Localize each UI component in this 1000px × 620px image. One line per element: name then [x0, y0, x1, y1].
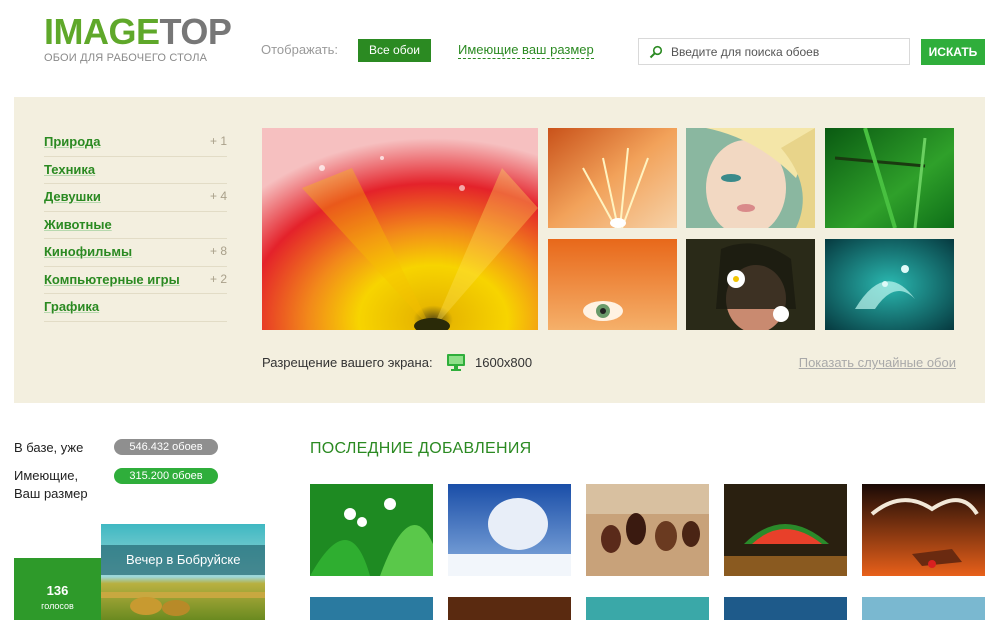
- your-size-label-line1: Имеющие,: [14, 468, 79, 483]
- vote-count: 136: [46, 583, 69, 598]
- latest-thumbnail[interactable]: [862, 484, 985, 576]
- logo-tagline: ОБОИ ДЛЯ РАБОЧЕГО СТОЛА: [44, 52, 208, 64]
- category-item[interactable]: Графика: [44, 294, 227, 322]
- category-item[interactable]: Девушки + 4: [44, 184, 227, 212]
- latest-thumbnail[interactable]: [586, 484, 709, 576]
- latest-thumbnail[interactable]: [310, 597, 433, 620]
- latest-thumbnail[interactable]: [862, 597, 985, 620]
- category-count: + 2: [209, 271, 227, 286]
- featured-thumbnail[interactable]: [548, 239, 677, 330]
- logo-wordmark: IMAGETOP: [44, 11, 232, 52]
- category-count: + 4: [209, 189, 227, 203]
- category-item[interactable]: Животные: [44, 212, 227, 239]
- featured-thumbnail[interactable]: [825, 128, 954, 228]
- latest-thumbnail[interactable]: [724, 484, 847, 576]
- category-item[interactable]: Компьютерные игры + 2: [44, 267, 227, 294]
- all-wallpapers-button[interactable]: Все обои: [358, 39, 431, 62]
- latest-thumbnail[interactable]: [448, 484, 571, 576]
- category-item[interactable]: Кинофильмы + 8: [44, 239, 227, 267]
- latest-thumbnail[interactable]: [448, 597, 571, 620]
- latest-thumbnail[interactable]: [310, 484, 433, 576]
- latest-additions-heading: ПОСЛЕДНИЕ ДОБАВЛЕНИЯ: [310, 440, 532, 457]
- category-label[interactable]: Компьютерные игры: [44, 272, 180, 287]
- vote-caption: голосов: [41, 601, 74, 611]
- featured-wallpaper-title[interactable]: Вечер в Бобруйске: [101, 545, 265, 575]
- page: IMAGETOP ОБОИ ДЛЯ РАБОЧЕГО СТОЛА Отображ…: [0, 0, 1000, 620]
- category-label[interactable]: Техника: [44, 162, 95, 177]
- latest-thumbnail[interactable]: [724, 597, 847, 620]
- random-wallpapers-link[interactable]: Показать случайные обои: [799, 355, 956, 370]
- category-label[interactable]: Животные: [44, 217, 112, 232]
- search-input[interactable]: [671, 39, 907, 64]
- logo[interactable]: IMAGETOP ОБОИ ДЛЯ РАБОЧЕГО СТОЛА: [44, 11, 232, 65]
- featured-thumbnail[interactable]: [686, 128, 815, 228]
- featured-thumbnail[interactable]: [686, 239, 815, 330]
- monitor-icon: [447, 354, 465, 371]
- category-count: + 8: [209, 244, 227, 258]
- your-size-label: Имеющие, Ваш размер: [14, 467, 88, 503]
- your-size-link[interactable]: Имеющие ваш размер: [458, 42, 594, 59]
- category-label[interactable]: Природа: [44, 134, 100, 149]
- search-button[interactable]: ИСКАТЬ: [921, 39, 985, 65]
- category-list: Природа + 1 Техника Девушки + 4 Животные К…: [44, 129, 227, 322]
- your-size-count-badge[interactable]: 315.200 обоев: [114, 468, 218, 484]
- in-base-count-badge: 546.432 обоев: [114, 439, 218, 455]
- vote-count-box: 136 голосов: [14, 558, 101, 620]
- featured-large-image[interactable]: [262, 128, 538, 330]
- your-size-label-line2: Ваш размер: [14, 486, 88, 501]
- logo-part1: IMAGE: [44, 11, 160, 52]
- featured-thumbnail[interactable]: [548, 128, 677, 228]
- search-box[interactable]: [638, 38, 910, 65]
- category-label[interactable]: Графика: [44, 299, 99, 314]
- featured-thumbnail[interactable]: [825, 239, 954, 330]
- resolution-value: 1600x800: [475, 355, 533, 370]
- category-item[interactable]: Техника: [44, 157, 227, 184]
- resolution-label: Разрещение вашего экрана:: [262, 355, 433, 370]
- category-item[interactable]: Природа + 1: [44, 129, 227, 157]
- category-count: + 1: [209, 134, 227, 148]
- latest-thumbnail[interactable]: [586, 597, 709, 620]
- logo-part2: TOP: [159, 11, 232, 52]
- category-label[interactable]: Кинофильмы: [44, 244, 132, 259]
- featured-panel: Природа + 1 Техника Девушки + 4 Животные К…: [14, 97, 985, 403]
- search-icon: [649, 45, 663, 59]
- display-label: Отображать:: [261, 42, 339, 57]
- category-label[interactable]: Девушки: [44, 189, 101, 204]
- in-base-label: В базе, уже: [14, 440, 84, 455]
